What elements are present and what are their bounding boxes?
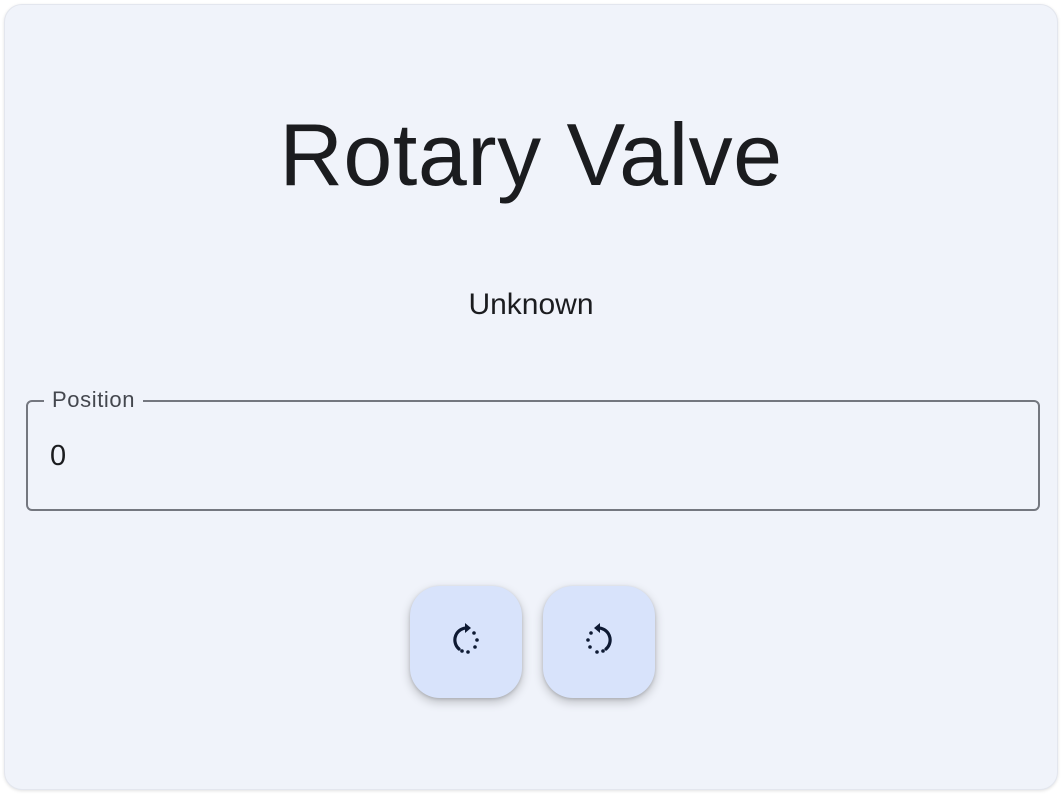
page-title: Rotary Valve [279,105,783,204]
position-input[interactable] [50,440,1010,473]
position-field[interactable]: Position [26,387,1040,511]
position-field-label: Position [44,387,144,413]
rotate-clockwise-icon [446,620,486,665]
rotate-counterclockwise-button[interactable] [543,586,655,698]
valve-card: Rotary Valve Unknown Position [4,4,1058,790]
status-text: Unknown [468,288,594,321]
rotate-clockwise-button[interactable] [410,586,522,698]
rotate-counterclockwise-icon [579,620,619,665]
